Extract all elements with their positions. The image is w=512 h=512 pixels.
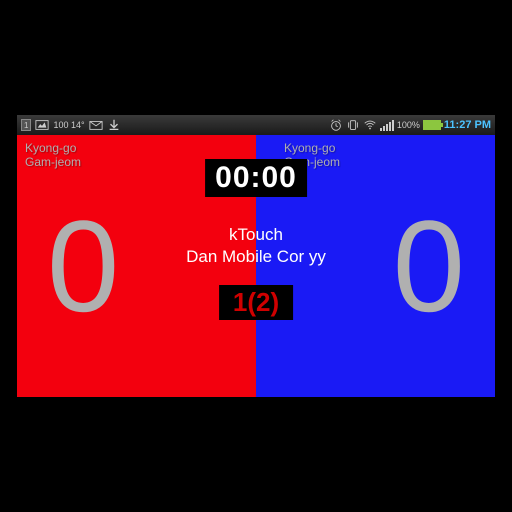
red-kyonggo-label[interactable]: Kyong-go bbox=[25, 141, 248, 155]
signal-icon bbox=[380, 119, 394, 131]
alarm-icon bbox=[329, 118, 343, 132]
blue-kyonggo-label[interactable]: Kyong-go bbox=[284, 141, 487, 155]
mail-icon bbox=[89, 118, 103, 132]
wifi-icon bbox=[363, 118, 377, 132]
temperature-text: 100 14° bbox=[53, 120, 84, 130]
timer[interactable]: 00:00 bbox=[205, 159, 307, 197]
status-right: 100% 11:27 PM bbox=[329, 118, 491, 132]
battery-pct: 100% bbox=[397, 120, 420, 130]
status-bar: 1 100 14° 100% bbox=[17, 115, 495, 135]
app-title: kTouch bbox=[229, 225, 283, 245]
center-column: 00:00 kTouch Dan Mobile Cor yy 1(2) bbox=[186, 159, 326, 320]
notification-badge: 1 bbox=[21, 119, 31, 131]
app-subtitle: Dan Mobile Cor yy bbox=[186, 247, 326, 267]
blue-score[interactable]: 0 bbox=[393, 201, 465, 331]
battery-icon bbox=[423, 120, 441, 130]
round-indicator[interactable]: 1(2) bbox=[219, 285, 293, 320]
red-score[interactable]: 0 bbox=[47, 201, 119, 331]
vibrate-icon bbox=[346, 118, 360, 132]
scoreboard: Kyong-go Gam-jeom 0 Kyong-go Gam-jeom 0 … bbox=[17, 135, 495, 397]
clock: 11:27 PM bbox=[444, 119, 491, 131]
phone-screen: 1 100 14° 100% bbox=[17, 115, 495, 397]
status-left: 1 100 14° bbox=[21, 118, 121, 132]
download-icon bbox=[107, 118, 121, 132]
image-icon bbox=[35, 118, 49, 132]
